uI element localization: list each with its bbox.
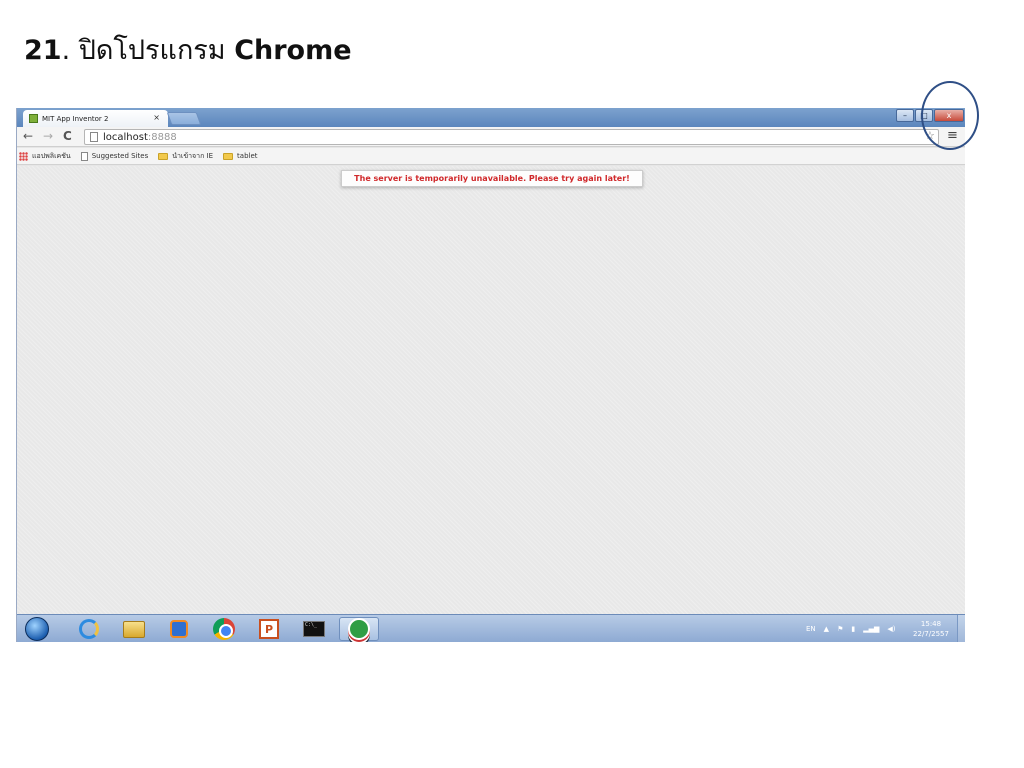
bookmark-label: แอปพลิเคชัน (32, 151, 71, 160)
tab-title: MIT App Inventor 2 (42, 114, 109, 123)
tray-up-arrow-icon[interactable]: ▲ (824, 625, 829, 633)
taskbar-clock[interactable]: 15:48 22/7/2557 (906, 619, 956, 639)
internet-explorer-icon (79, 619, 99, 639)
browser-screenshot: MIT App Inventor 2 × – □ x ← → C localho… (16, 108, 965, 642)
title-number: 21 (24, 35, 62, 66)
title-bold: Chrome (234, 35, 352, 66)
bookmark-label: Suggested Sites (91, 152, 149, 160)
signal-icon[interactable]: ▂▄▆ (863, 625, 879, 633)
system-tray: EN ▲ ⚑ ▮ ▂▄▆ ◀) (806, 615, 903, 642)
taskbar-powerpoint[interactable]: P (249, 617, 289, 641)
page-icon (90, 132, 98, 142)
powerpoint-icon: P (259, 619, 279, 639)
emulator-icon (348, 618, 370, 640)
forward-icon[interactable]: → (43, 129, 53, 143)
page-icon (80, 151, 88, 161)
title-bar: MIT App Inventor 2 × – □ x (17, 108, 965, 127)
page-content: The server is temporarily unavailable. P… (17, 166, 965, 614)
back-icon[interactable]: ← (23, 129, 33, 143)
new-tab-button[interactable] (166, 112, 202, 125)
taskbar-ie[interactable] (69, 617, 109, 641)
battery-icon[interactable]: ▮ (851, 625, 855, 633)
clock-date: 22/7/2557 (913, 630, 949, 638)
show-desktop-button[interactable] (957, 615, 965, 642)
media-player-icon (170, 620, 188, 638)
volume-icon[interactable]: ◀) (887, 625, 895, 633)
windows-taskbar: P C:\_ EN ▲ ⚑ ▮ ▂▄▆ ◀) 15:48 22/7/2557 (17, 614, 965, 642)
action-center-flag-icon[interactable]: ⚑ (837, 625, 843, 633)
tab-mit-app-inventor[interactable]: MIT App Inventor 2 × (23, 110, 168, 127)
file-explorer-icon (123, 620, 145, 638)
folder-icon (223, 152, 234, 160)
bookmark-label: นำเข้าจาก IE (172, 151, 214, 160)
bookmark-tablet[interactable]: tablet (223, 152, 258, 160)
reload-icon[interactable]: C (63, 129, 72, 143)
slide: 21. ปิดโปรแกรม Chrome MIT App Inventor 2… (0, 0, 1024, 768)
close-button-highlight-circle (921, 81, 979, 150)
bookmark-label: tablet (237, 152, 258, 160)
bookmarks-bar: แอปพลิเคชัน Suggested Sites นำเข้าจาก IE… (17, 148, 965, 165)
start-button[interactable] (25, 617, 49, 641)
chrome-icon (213, 618, 235, 640)
address-port: :8888 (147, 131, 177, 143)
tab-close-icon[interactable]: × (153, 113, 160, 122)
taskbar-chrome[interactable] (204, 617, 244, 641)
command-prompt-icon: C:\_ (303, 621, 325, 637)
app-inventor-favicon-icon (29, 114, 38, 123)
address-host: localhost (103, 131, 148, 143)
taskbar-emulator[interactable] (339, 617, 379, 641)
apps-grid-icon (19, 151, 28, 161)
folder-icon (158, 152, 169, 160)
server-error-message: The server is temporarily unavailable. P… (341, 170, 643, 187)
slide-title: 21. ปิดโปรแกรม Chrome (24, 28, 352, 71)
address-bar[interactable]: localhost:8888 (84, 129, 939, 145)
browser-toolbar: ← → C localhost:8888 ☆ ≡ (17, 127, 965, 147)
bookmark-imported-ie[interactable]: นำเข้าจาก IE (158, 151, 213, 162)
bookmark-apps[interactable]: แอปพลิเคชัน (19, 151, 71, 162)
taskbar-media-player[interactable] (159, 617, 199, 641)
taskbar-explorer[interactable] (114, 617, 154, 641)
taskbar-cmd[interactable]: C:\_ (294, 617, 334, 641)
minimize-button[interactable]: – (896, 109, 914, 122)
title-text: . ปิดโปรแกรม (61, 35, 235, 66)
clock-time: 15:48 (920, 620, 942, 628)
language-indicator[interactable]: EN (806, 625, 816, 633)
bookmark-suggested-sites[interactable]: Suggested Sites (80, 151, 149, 161)
